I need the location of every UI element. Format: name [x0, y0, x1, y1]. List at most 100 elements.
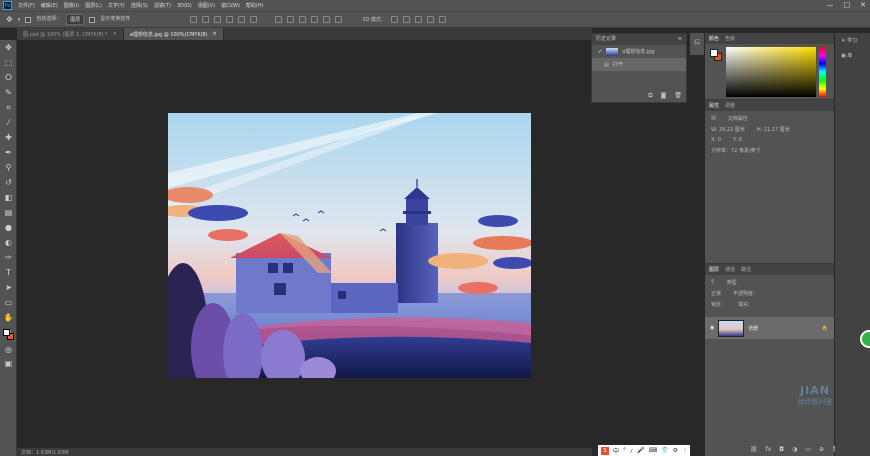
libraries-item[interactable]: ▣ 库	[841, 54, 870, 59]
folder-icon[interactable]: ▭	[805, 446, 811, 453]
menu-window[interactable]: 窗口(W)	[221, 2, 240, 9]
type-tool-icon[interactable]: T	[3, 267, 14, 278]
ime-keyboard-icon[interactable]: ⌨	[649, 447, 658, 454]
history-snapshot[interactable]: ✔ a理想信念.jpg	[592, 45, 686, 58]
distribute-top-icon[interactable]	[275, 16, 283, 23]
3d-pan-icon[interactable]	[414, 16, 422, 23]
tab-psd[interactable]: 图.psd @ 100% (图层 1, CMYK/8) * ×	[17, 28, 124, 40]
3d-roll-icon[interactable]	[402, 16, 410, 23]
auto-select-checkbox[interactable]	[25, 16, 32, 23]
tab-color[interactable]: 颜色	[709, 35, 719, 42]
quick-mask-icon[interactable]: ◎	[3, 344, 14, 355]
tab-close-icon[interactable]: ×	[213, 31, 217, 37]
tab-swatches[interactable]: 色板	[725, 35, 735, 42]
brush-tool-icon[interactable]: ✒	[3, 147, 14, 158]
align-hcenter-icon[interactable]	[202, 16, 210, 23]
menu-view[interactable]: 视图(V)	[198, 2, 215, 9]
crop-tool-icon[interactable]: ⌗	[3, 102, 14, 113]
distribute-bottom-icon[interactable]	[299, 16, 307, 23]
menu-image[interactable]: 图像(I)	[64, 2, 79, 9]
layer-row[interactable]: ◉ 背景 🔒	[705, 317, 834, 339]
hue-slider[interactable]	[819, 47, 826, 97]
adjustment-icon[interactable]: ◑	[792, 446, 797, 453]
eyedropper-tool-icon[interactable]: ⁄	[3, 117, 14, 128]
tab-layers[interactable]: 图层	[709, 266, 719, 273]
tab-paths[interactable]: 路径	[741, 266, 751, 273]
camera-icon[interactable]: ◙	[661, 92, 667, 100]
tab-adjustments[interactable]: 调整	[725, 102, 735, 109]
ime-skin-icon[interactable]: 👕	[661, 447, 668, 454]
distribute-right-icon[interactable]	[335, 16, 343, 23]
maximize-button[interactable]: □	[844, 1, 851, 9]
align-right-icon[interactable]	[214, 16, 222, 23]
minimize-button[interactable]: —	[827, 1, 834, 9]
tab-jpg[interactable]: a理想信念.jpg @ 100%(CMYK/8) ×	[123, 28, 224, 40]
learn-item[interactable]: ☀ 学习	[841, 39, 870, 44]
menu-type[interactable]: 文字(Y)	[108, 2, 125, 9]
h-value[interactable]: 21.17 厘米	[764, 127, 790, 133]
align-left-icon[interactable]	[190, 16, 198, 23]
foreground-color-swatch[interactable]	[3, 329, 10, 336]
screen-mode-icon[interactable]: ▣	[3, 358, 14, 369]
tab-properties[interactable]: 属性	[709, 102, 719, 109]
dropdown-arrow-icon[interactable]: ▾	[18, 17, 21, 23]
3d-scale-icon[interactable]	[438, 16, 446, 23]
history-brush-tool-icon[interactable]: ↺	[3, 177, 14, 188]
clone-stamp-tool-icon[interactable]: ⚲	[3, 162, 14, 173]
ime-mic-icon[interactable]: 🎤	[637, 447, 644, 454]
align-top-icon[interactable]	[226, 16, 234, 23]
ime-logo-icon[interactable]: S	[601, 446, 609, 455]
dodge-tool-icon[interactable]: ◐	[3, 237, 14, 248]
align-bottom-icon[interactable]	[250, 16, 258, 23]
ime-punctuation-icon[interactable]: °	[623, 447, 626, 454]
move-tool-icon[interactable]: ✥	[6, 15, 13, 24]
tab-channels[interactable]: 通道	[725, 266, 735, 273]
auto-select-dropdown[interactable]: 图层	[66, 14, 85, 25]
hand-tool-icon[interactable]: ✋	[3, 312, 14, 323]
close-button[interactable]: ✕	[860, 1, 866, 9]
show-transform-checkbox[interactable]	[89, 16, 96, 23]
y-value[interactable]: 0	[739, 137, 742, 143]
gradient-tool-icon[interactable]: ▤	[3, 207, 14, 218]
link-icon[interactable]: ⛓	[750, 446, 758, 453]
history-step[interactable]: ▤ 打开	[592, 58, 686, 71]
move-tool-icon[interactable]: ✥	[3, 42, 14, 53]
layer-name[interactable]: 背景	[748, 325, 758, 332]
history-dock-icon[interactable]: ⎌	[690, 37, 704, 47]
healing-brush-tool-icon[interactable]: ✚	[3, 132, 14, 143]
fx-icon[interactable]: fx	[766, 446, 772, 453]
lasso-tool-icon[interactable]: ⵔ	[3, 72, 14, 83]
menu-layer[interactable]: 图层(L)	[85, 2, 102, 9]
menu-3d[interactable]: 3D(D)	[177, 3, 192, 9]
3d-rotate-icon[interactable]	[390, 16, 398, 23]
shape-tool-icon[interactable]: ▭	[3, 297, 14, 308]
color-field[interactable]	[726, 47, 816, 97]
layer-kind-dropdown[interactable]: 类型	[727, 279, 737, 286]
menu-filter[interactable]: 滤镜(T)	[154, 2, 171, 9]
quick-select-tool-icon[interactable]: ✎	[3, 87, 14, 98]
pen-tool-icon[interactable]: ✑	[3, 252, 14, 263]
menu-file[interactable]: 文件(F)	[18, 2, 35, 9]
ime-more-icon[interactable]: ⋮	[682, 447, 688, 454]
menu-help[interactable]: 帮助(H)	[246, 2, 264, 9]
trash-icon[interactable]: 🗑	[674, 92, 682, 100]
align-vcenter-icon[interactable]	[238, 16, 246, 23]
eraser-tool-icon[interactable]: ◧	[3, 192, 14, 203]
color-foreground-swatch[interactable]	[710, 49, 718, 57]
3d-slide-icon[interactable]	[426, 16, 434, 23]
new-layer-icon[interactable]: ⊕	[819, 446, 824, 453]
visibility-eye-icon[interactable]: ◉	[710, 325, 714, 331]
panel-menu-icon[interactable]: ≡	[678, 37, 682, 42]
ime-emoji-icon[interactable]: ﾉ	[630, 446, 633, 455]
canvas-area[interactable]	[18, 40, 592, 448]
path-select-tool-icon[interactable]: ➤	[3, 282, 14, 293]
distribute-left-icon[interactable]	[311, 16, 319, 23]
tab-close-icon[interactable]: ×	[113, 31, 117, 37]
x-value[interactable]: 0	[718, 137, 721, 143]
ime-settings-icon[interactable]: ⚙	[673, 447, 678, 454]
w-value[interactable]: 29.22 厘米	[719, 127, 745, 133]
marquee-tool-icon[interactable]: ⬚	[3, 57, 14, 68]
document-artwork[interactable]	[168, 113, 531, 378]
distribute-vcenter-icon[interactable]	[287, 16, 295, 23]
3d-mode-icon[interactable]: 3D 模式：	[362, 16, 386, 23]
